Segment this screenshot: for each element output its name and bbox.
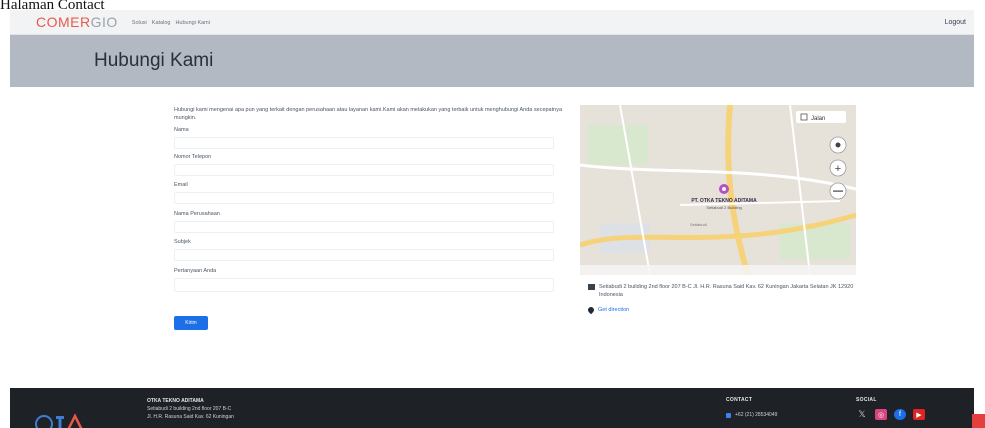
footer-address-line1: Setiabudi 2 building 2nd floor 207 B-C: [147, 406, 232, 412]
get-direction-link[interactable]: Get direction: [586, 305, 630, 315]
nav-link-katalog[interactable]: Katalog: [152, 20, 171, 26]
instagram-icon[interactable]: ◎: [875, 409, 887, 420]
brand-main: COMER: [36, 14, 91, 30]
social-icons: 𝕏 ◎ f ▶: [856, 409, 925, 420]
nav-link-solusi[interactable]: Solusi: [132, 20, 147, 26]
contact-content: Hubungi kami mengenai apa pun yang terka…: [10, 87, 974, 388]
location-map[interactable]: PT. OTKA TEKNO ADITAMA Setiabudi 2 Build…: [580, 105, 856, 275]
label-subjek: Subjek: [174, 239, 191, 245]
label-nomor-telepon: Nomor Telepon: [174, 154, 212, 160]
contact-intro: Hubungi kami mengenai apa pun yang terka…: [174, 107, 563, 121]
browser-viewport: COMERGIO Solusi Katalog Hubungi Kami Log…: [10, 10, 974, 428]
submit-button[interactable]: Kirim: [174, 316, 208, 330]
brand-accent: GIO: [90, 14, 118, 30]
question-textarea[interactable]: [174, 278, 554, 292]
footer-address-line2: Jl. H.R. Rasuna Said Kav. 62 Kuningan: [147, 414, 234, 420]
get-direction-label: Get direction: [598, 307, 630, 313]
page-caption: Halaman Contact: [0, 0, 105, 13]
phone-icon: [726, 412, 731, 418]
map-street-label: Setiabudi: [690, 222, 707, 227]
footer-contact-heading: CONTACT: [726, 397, 753, 403]
page-title: Hubungi Kami: [94, 50, 214, 71]
top-navbar: COMERGIO Solusi Katalog Hubungi Kami Log…: [10, 10, 974, 35]
svg-text:+: +: [835, 163, 841, 175]
brand-logo[interactable]: COMERGIO: [36, 14, 118, 30]
otka-logo-icon: [35, 413, 83, 428]
label-email: Email: [174, 182, 188, 188]
subject-input[interactable]: [174, 249, 554, 261]
footer-company-name: OTKA TEKNO ADITAMA: [147, 398, 204, 404]
nama-input[interactable]: [174, 137, 554, 149]
footer-social-heading: SOCIAL: [856, 397, 877, 403]
footer-phone-number: +62 (21) 28534049: [735, 412, 778, 418]
label-nama: Nama: [174, 127, 189, 133]
label-pertanyaan: Pertanyaan Anda: [174, 268, 217, 274]
x-icon[interactable]: 𝕏: [856, 409, 868, 420]
phone-input[interactable]: [174, 164, 554, 176]
footer-contact: CONTACT +62 (21) 28534049: [726, 397, 777, 418]
youtube-icon[interactable]: ▶: [913, 409, 925, 420]
logout-link[interactable]: Logout: [945, 19, 966, 26]
label-nama-perusahaan: Nama Perusahaan: [174, 211, 220, 217]
footer-phone[interactable]: +62 (21) 28534049: [726, 412, 777, 418]
address-block: Setiabudi 2 building 2nd floor 207 B-C J…: [588, 283, 860, 299]
nav-links: Solusi Katalog Hubungi Kami: [132, 20, 210, 26]
email-input[interactable]: [174, 192, 554, 204]
site-footer: OTKA TEKNO ADITAMA Setiabudi 2 building …: [10, 388, 974, 428]
map-marker-title: PT. OTKA TEKNO ADITAMA: [691, 198, 757, 204]
map-layer-label: Jalan: [811, 116, 825, 122]
map-pin-icon: [586, 305, 596, 315]
nav-link-hubungi-kami[interactable]: Hubungi Kami: [175, 20, 210, 26]
facebook-icon[interactable]: f: [894, 409, 906, 420]
footer-social: SOCIAL 𝕏 ◎ f ▶: [856, 397, 925, 420]
address-text: Setiabudi 2 building 2nd floor 207 B-C J…: [599, 284, 854, 298]
scroll-top-button[interactable]: [972, 414, 985, 428]
page-hero: Hubungi Kami: [10, 35, 974, 87]
footer-company: OTKA TEKNO ADITAMA Setiabudi 2 building …: [147, 397, 234, 421]
building-icon: [588, 284, 595, 290]
company-input[interactable]: [174, 221, 554, 233]
map-marker-sub: Setiabudi 2 Building: [706, 205, 741, 210]
